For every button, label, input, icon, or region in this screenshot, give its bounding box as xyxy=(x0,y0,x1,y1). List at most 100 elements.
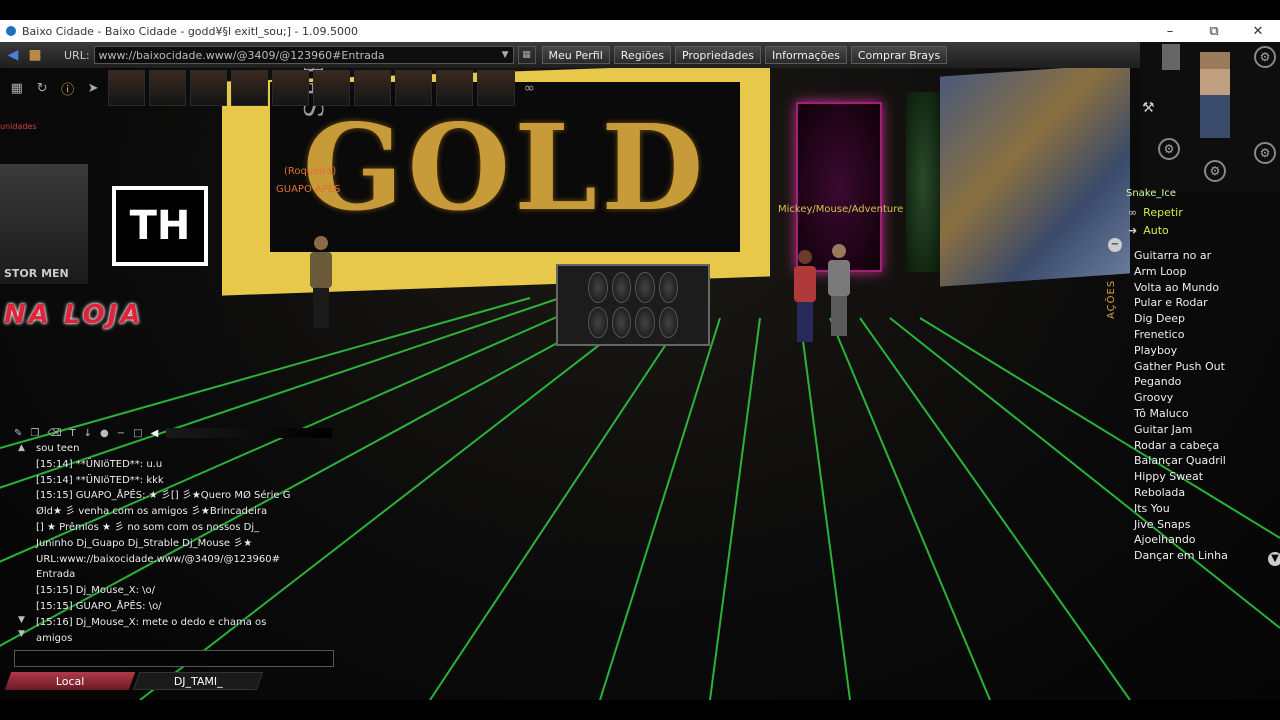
avatar-thumb[interactable] xyxy=(107,70,145,106)
chat-line: Øld★ 彡 venha com os amigos 彡★Brincadeira xyxy=(36,506,268,518)
tab-dj-tami-label: DJ_TAMI_ xyxy=(173,674,223,688)
avatar-small-preview[interactable] xyxy=(1162,44,1180,70)
avatar-preview[interactable] xyxy=(1200,52,1230,138)
action-item[interactable]: Jive Snaps xyxy=(1134,517,1228,533)
action-item[interactable]: Pular e Rodar xyxy=(1134,295,1228,311)
menu-meu-perfil[interactable]: Meu Perfil xyxy=(541,46,610,64)
chat-toolbar: ✎ ❐ ⌫ T ↓ ● − □ ◀ xyxy=(12,425,332,441)
toolbar: ◀ ■ URL: www://baixocidade.www/@3409/@12… xyxy=(0,42,1140,68)
scroll-up-icon[interactable]: − xyxy=(1108,238,1122,252)
avatar-dancer-2[interactable] xyxy=(824,244,854,336)
speech-bubble-icon[interactable]: ● xyxy=(100,428,109,439)
window-title: Baixo Cidade - Baixo Cidade - godd¥§l ex… xyxy=(22,24,358,38)
chat-line: [15:15] Dj_Mouse_X: \o/ xyxy=(36,585,155,597)
chat-line: [15:14] **ÜNIöTED**: kkk xyxy=(36,474,164,486)
avatar-rogue[interactable] xyxy=(306,236,336,328)
action-item[interactable]: Arm Loop xyxy=(1134,264,1228,280)
avatar-thumb[interactable] xyxy=(189,70,227,106)
chat-log[interactable]: ▲ sou teen [15:14] **ÜNIöTED**: u.u [15:… xyxy=(18,441,334,651)
close-button[interactable]: ✕ xyxy=(1236,24,1280,39)
gear-icon[interactable]: ⚙ xyxy=(1204,160,1226,182)
gear-icon[interactable]: ⚙ xyxy=(1158,138,1180,160)
action-item[interactable]: Ajoelhando xyxy=(1134,532,1228,548)
avatar-thumb[interactable] xyxy=(395,70,433,106)
avatar-thumb[interactable] xyxy=(477,70,515,106)
action-item[interactable]: Groovy xyxy=(1134,390,1228,406)
action-item[interactable]: Volta ao Mundo xyxy=(1134,280,1228,296)
na-loja-sign: NA LOJA xyxy=(4,300,144,330)
tab-local-label: Local xyxy=(55,674,85,688)
repeat-toggle[interactable]: ∞ Repetir xyxy=(1128,206,1183,219)
avatar-thumb[interactable] xyxy=(148,70,186,106)
minus-icon[interactable]: − xyxy=(117,428,125,439)
action-item[interactable]: Dig Deep xyxy=(1134,311,1228,327)
action-item[interactable]: Rebolada xyxy=(1134,485,1228,501)
speaker-box[interactable] xyxy=(556,264,710,346)
chat-input[interactable] xyxy=(14,650,334,667)
avatar-thumb[interactable] xyxy=(313,70,351,106)
action-item[interactable]: Dançar em Linha xyxy=(1134,548,1228,564)
menu-propriedades[interactable]: Propriedades xyxy=(674,46,761,64)
action-item[interactable]: Its You xyxy=(1134,501,1228,517)
window-icon[interactable]: □ xyxy=(133,428,142,439)
action-item[interactable]: Balançar Quadril xyxy=(1134,453,1228,469)
info-icon[interactable]: ⓘ xyxy=(57,77,78,99)
copy-icon[interactable]: ❐ xyxy=(30,428,39,439)
action-item[interactable]: Guitar Jam xyxy=(1134,422,1228,438)
grid-icon[interactable]: ▦ xyxy=(6,77,27,99)
link-icon[interactable]: ∞ xyxy=(519,77,540,99)
menu-informacoes[interactable]: Informações xyxy=(764,46,847,64)
nametag-mouse: Mickey/Mouse/Adventure xyxy=(778,204,904,215)
home-icon[interactable]: ■ xyxy=(26,46,44,64)
collapse-icon[interactable]: ◀ xyxy=(151,428,159,439)
avatar-dancer-1[interactable] xyxy=(790,250,820,342)
chevron-down-icon[interactable]: ▼ xyxy=(502,50,509,60)
action-item[interactable]: Gather Push Out xyxy=(1134,359,1228,375)
action-item[interactable]: Playboy xyxy=(1134,343,1228,359)
plant xyxy=(906,92,940,272)
arrow-down-icon[interactable]: ↓ xyxy=(84,428,92,439)
action-item[interactable]: Tô Maluco xyxy=(1134,406,1228,422)
maximize-button[interactable]: ⧉ xyxy=(1192,24,1236,39)
avatar-thumb[interactable] xyxy=(230,70,269,106)
th-logo: TH xyxy=(112,186,208,266)
action-item[interactable]: Hippy Sweat xyxy=(1134,469,1228,485)
pencil-icon[interactable]: ✎ xyxy=(14,428,22,439)
tab-dj-tami[interactable]: DJ_TAMI_ xyxy=(132,672,264,690)
mural-poster xyxy=(940,68,1130,287)
back-arrow-icon[interactable]: ◀ xyxy=(4,46,22,64)
avatar-thumb[interactable] xyxy=(436,70,474,106)
scroll-up-icon[interactable]: ▲ xyxy=(18,443,25,453)
scroll-down-icon[interactable]: ▼ xyxy=(1268,552,1280,566)
action-item[interactable]: Pegando xyxy=(1134,374,1228,390)
gear-icon[interactable]: ⚙ xyxy=(1254,46,1276,68)
wrench-icon[interactable]: ⚒ xyxy=(1142,100,1155,116)
action-item[interactable]: Guitarra no ar xyxy=(1134,248,1228,264)
avatar-thumb[interactable] xyxy=(272,70,310,106)
chat-line: [15:16] Dj_Mouse_X: mete o dedo e chama … xyxy=(36,616,267,628)
avatar-panel[interactable]: ⚙ ⚙ ⚙ ⚙ ⚒ xyxy=(1140,42,1280,192)
gold-sign-text: GOLD xyxy=(302,97,708,237)
grid-icon[interactable]: ▦ xyxy=(517,46,536,64)
forward-icon[interactable]: ➤ xyxy=(82,77,103,99)
tab-local[interactable]: Local xyxy=(4,672,136,690)
action-item[interactable]: Rodar a cabeça xyxy=(1134,438,1228,454)
actions-tab[interactable]: AÇÕES xyxy=(1106,254,1122,344)
action-item[interactable]: Frenetico xyxy=(1134,327,1228,343)
avatar-thumb[interactable] xyxy=(354,70,392,106)
menu-regioes[interactable]: Regiões xyxy=(613,46,671,64)
url-input[interactable]: www://baixocidade.www/@3409/@123960#Entr… xyxy=(93,46,514,64)
chat-line: Entrada xyxy=(36,569,76,581)
scroll-bottom-icon[interactable]: ▼ xyxy=(18,629,25,639)
menu-comprar-brays[interactable]: Comprar Brays xyxy=(850,46,948,64)
scroll-down-icon[interactable]: ▼ xyxy=(18,615,25,625)
window-titlebar[interactable]: Baixo Cidade - Baixo Cidade - godd¥§l ex… xyxy=(0,20,1280,42)
refresh-icon[interactable]: ↻ xyxy=(31,77,52,99)
text-icon[interactable]: T xyxy=(70,428,76,439)
nametag-rogue: (Roqueira) xyxy=(284,166,337,177)
trash-icon[interactable]: ⌫ xyxy=(47,428,61,439)
gear-icon[interactable]: ⚙ xyxy=(1254,142,1276,164)
auto-toggle[interactable]: ➜ Auto xyxy=(1128,224,1169,237)
minimize-button[interactable]: – xyxy=(1148,24,1192,39)
left-poster: STOR MEN xyxy=(0,164,88,284)
